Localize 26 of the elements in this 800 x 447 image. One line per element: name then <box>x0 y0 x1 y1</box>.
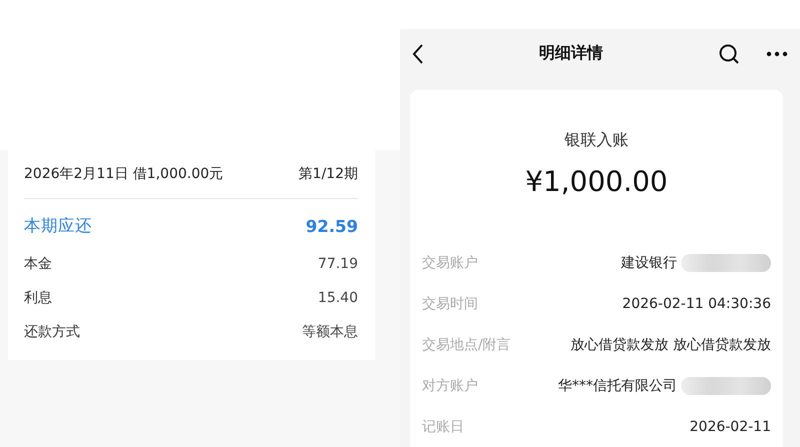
field-value: 2026-02-11 04:30:36 <box>622 296 771 312</box>
row-value: 77.19 <box>318 256 358 272</box>
row-value: 等额本息 <box>302 323 358 341</box>
transaction-type: 银联入账 <box>564 130 628 151</box>
back-icon[interactable] <box>412 42 424 65</box>
field-value: 放心借贷款发放 放心借贷款发放 <box>570 336 771 354</box>
row-value: 15.40 <box>318 290 358 306</box>
loan-date-amount: 2026年2月11日 借1,000.00元 <box>24 165 224 183</box>
row-label: 本金 <box>24 255 52 273</box>
field-label: 交易地点/附言 <box>422 336 511 354</box>
row-label: 还款方式 <box>24 323 80 341</box>
field-value: 华***信托有限公司 <box>558 376 677 394</box>
row-value: 92.59 <box>306 216 358 236</box>
field-label: 交易账户 <box>422 254 478 272</box>
field-label: 对方账户 <box>422 376 478 394</box>
field-label: 记账日 <box>422 418 464 436</box>
transaction-amount: ¥1,000.00 <box>525 165 668 198</box>
field-value: 建设银行 <box>621 254 677 272</box>
search-icon[interactable] <box>718 42 740 65</box>
row-label: 利息 <box>24 289 52 307</box>
field-label: 交易时间 <box>422 294 478 312</box>
page-title: 明细详情 <box>538 43 604 64</box>
more-icon[interactable] <box>766 50 788 57</box>
installment-period: 第1/12期 <box>298 165 358 183</box>
field-value: 2026-02-11 <box>690 418 771 434</box>
row-label: 本期应还 <box>24 215 92 237</box>
